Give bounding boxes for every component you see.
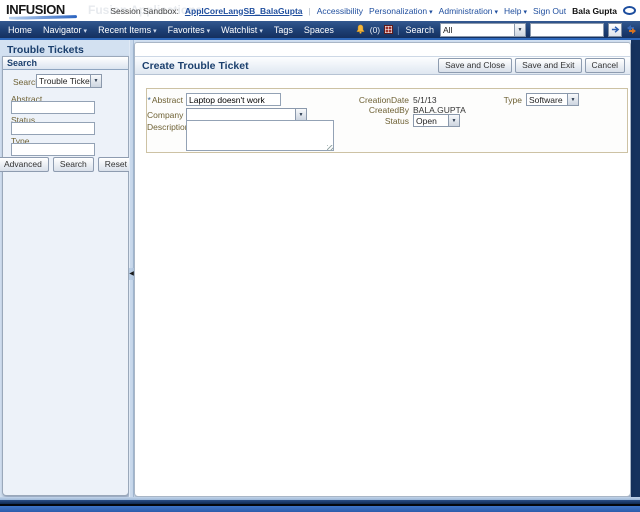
- page-bottom-border: [0, 497, 640, 512]
- nav-item-favorites[interactable]: Favorites: [168, 25, 211, 35]
- nav-search-area: (0) | Search All ▼: [355, 23, 640, 37]
- trouble-ticket-form: *Abstract Company ▼ Description Creation…: [146, 88, 628, 153]
- search-button[interactable]: Search: [53, 157, 94, 172]
- search-scope-select[interactable]: All ▼: [440, 23, 526, 37]
- nav-item-spaces[interactable]: Spaces: [304, 25, 334, 35]
- page-title: Trouble Tickets: [7, 44, 84, 56]
- header-divider: |: [309, 6, 311, 16]
- cancel-button[interactable]: Cancel: [585, 58, 625, 73]
- dropdown-arrow-icon[interactable]: ▼: [514, 24, 525, 36]
- header-utility-bar: Session Sandbox: ApplCoreLangSB_BalaGupt…: [110, 0, 636, 21]
- abstract-input[interactable]: [186, 93, 281, 106]
- sidebar-type-input[interactable]: [11, 143, 95, 156]
- dropdown-arrow-icon[interactable]: ▼: [90, 75, 101, 87]
- abstract-label-text: Abstract: [152, 95, 183, 105]
- type-value: Software: [527, 94, 567, 105]
- sidebar-buttons: Advanced Search Reset: [3, 157, 128, 172]
- description-label: Description: [147, 122, 183, 132]
- dropdown-arrow-icon[interactable]: ▼: [295, 109, 306, 120]
- search-type-value: Trouble Ticket: [37, 75, 90, 87]
- sign-out-link[interactable]: Sign Out: [533, 6, 566, 16]
- accessibility-link[interactable]: Accessibility: [317, 6, 363, 16]
- company-value: [187, 109, 295, 120]
- page-right-edge: [631, 40, 640, 497]
- help-menu[interactable]: Help: [504, 6, 527, 16]
- worklist-icon[interactable]: [384, 25, 393, 34]
- advanced-button[interactable]: Advanced: [0, 157, 49, 172]
- global-search-input[interactable]: [530, 23, 604, 37]
- top-header: Fusion Applications INFUSION Session San…: [0, 0, 640, 21]
- status-label: Status: [345, 116, 409, 126]
- sidebar-abstract-input[interactable]: [11, 101, 95, 114]
- main-panel-header: Create Trouble Ticket Save and Close Sav…: [135, 56, 630, 75]
- nav-item-recent-items[interactable]: Recent Items: [98, 25, 157, 35]
- nav-item-home[interactable]: Home: [8, 25, 32, 35]
- creation-date-value: 5/1/13: [413, 95, 437, 105]
- session-sandbox-label: Session Sandbox:: [110, 6, 179, 16]
- save-and-exit-button[interactable]: Save and Exit: [515, 58, 581, 73]
- advanced-search-icon[interactable]: [626, 24, 637, 35]
- nav-item-watchlist[interactable]: Watchlist: [221, 25, 263, 35]
- dropdown-arrow-icon[interactable]: ▼: [448, 115, 459, 126]
- sidebar-status-input[interactable]: [11, 122, 95, 135]
- notifications-bell-icon[interactable]: [355, 24, 366, 35]
- oracle-logo-icon: [623, 6, 636, 15]
- notifications-count: (0): [370, 25, 380, 35]
- nav-divider: |: [397, 25, 399, 35]
- search-sidebar-panel: Search Search Trouble Ticket ▼ Abstract …: [2, 56, 129, 496]
- save-and-close-button[interactable]: Save and Close: [438, 58, 512, 73]
- user-name-label: Bala Gupta: [572, 6, 617, 16]
- session-sandbox-link[interactable]: ApplCoreLangSB_BalaGupta: [185, 6, 303, 16]
- creation-date-label: CreationDate: [345, 95, 409, 105]
- search-type-select[interactable]: Trouble Ticket ▼: [36, 74, 102, 88]
- global-navbar: Home Navigator Recent Items Favorites Wa…: [0, 21, 640, 40]
- type-label: Type: [477, 95, 522, 105]
- main-action-buttons: Save and Close Save and Exit Cancel: [438, 58, 630, 73]
- search-go-button[interactable]: [608, 23, 622, 37]
- nav-item-navigator[interactable]: Navigator: [43, 25, 87, 35]
- abstract-label: *Abstract: [147, 95, 183, 105]
- required-marker: *: [148, 95, 151, 105]
- administration-menu[interactable]: Administration: [439, 6, 498, 16]
- type-select[interactable]: Software ▼: [526, 93, 579, 106]
- nav-links: Home Navigator Recent Items Favorites Wa…: [0, 25, 334, 35]
- main-title: Create Trouble Ticket: [135, 60, 249, 72]
- description-textarea[interactable]: [186, 120, 334, 151]
- dropdown-arrow-icon[interactable]: ▼: [567, 94, 578, 105]
- logo-swoosh-decoration: [9, 15, 77, 20]
- bottom-blue-band: [0, 506, 640, 512]
- main-panel: Create Trouble Ticket Save and Close Sav…: [134, 42, 631, 497]
- status-select[interactable]: Open ▼: [413, 114, 460, 127]
- status-value: Open: [414, 115, 448, 126]
- resize-grip-icon[interactable]: [327, 145, 333, 151]
- company-label: Company: [147, 110, 183, 120]
- search-scope-value: All: [441, 24, 514, 36]
- global-search-label: Search: [405, 25, 434, 35]
- created-by-label: CreatedBy: [345, 105, 409, 115]
- personalization-menu[interactable]: Personalization: [369, 6, 433, 16]
- go-arrow-icon: [611, 25, 620, 34]
- nav-item-tags[interactable]: Tags: [274, 25, 293, 35]
- sidebar-panel-header[interactable]: Search: [3, 57, 128, 70]
